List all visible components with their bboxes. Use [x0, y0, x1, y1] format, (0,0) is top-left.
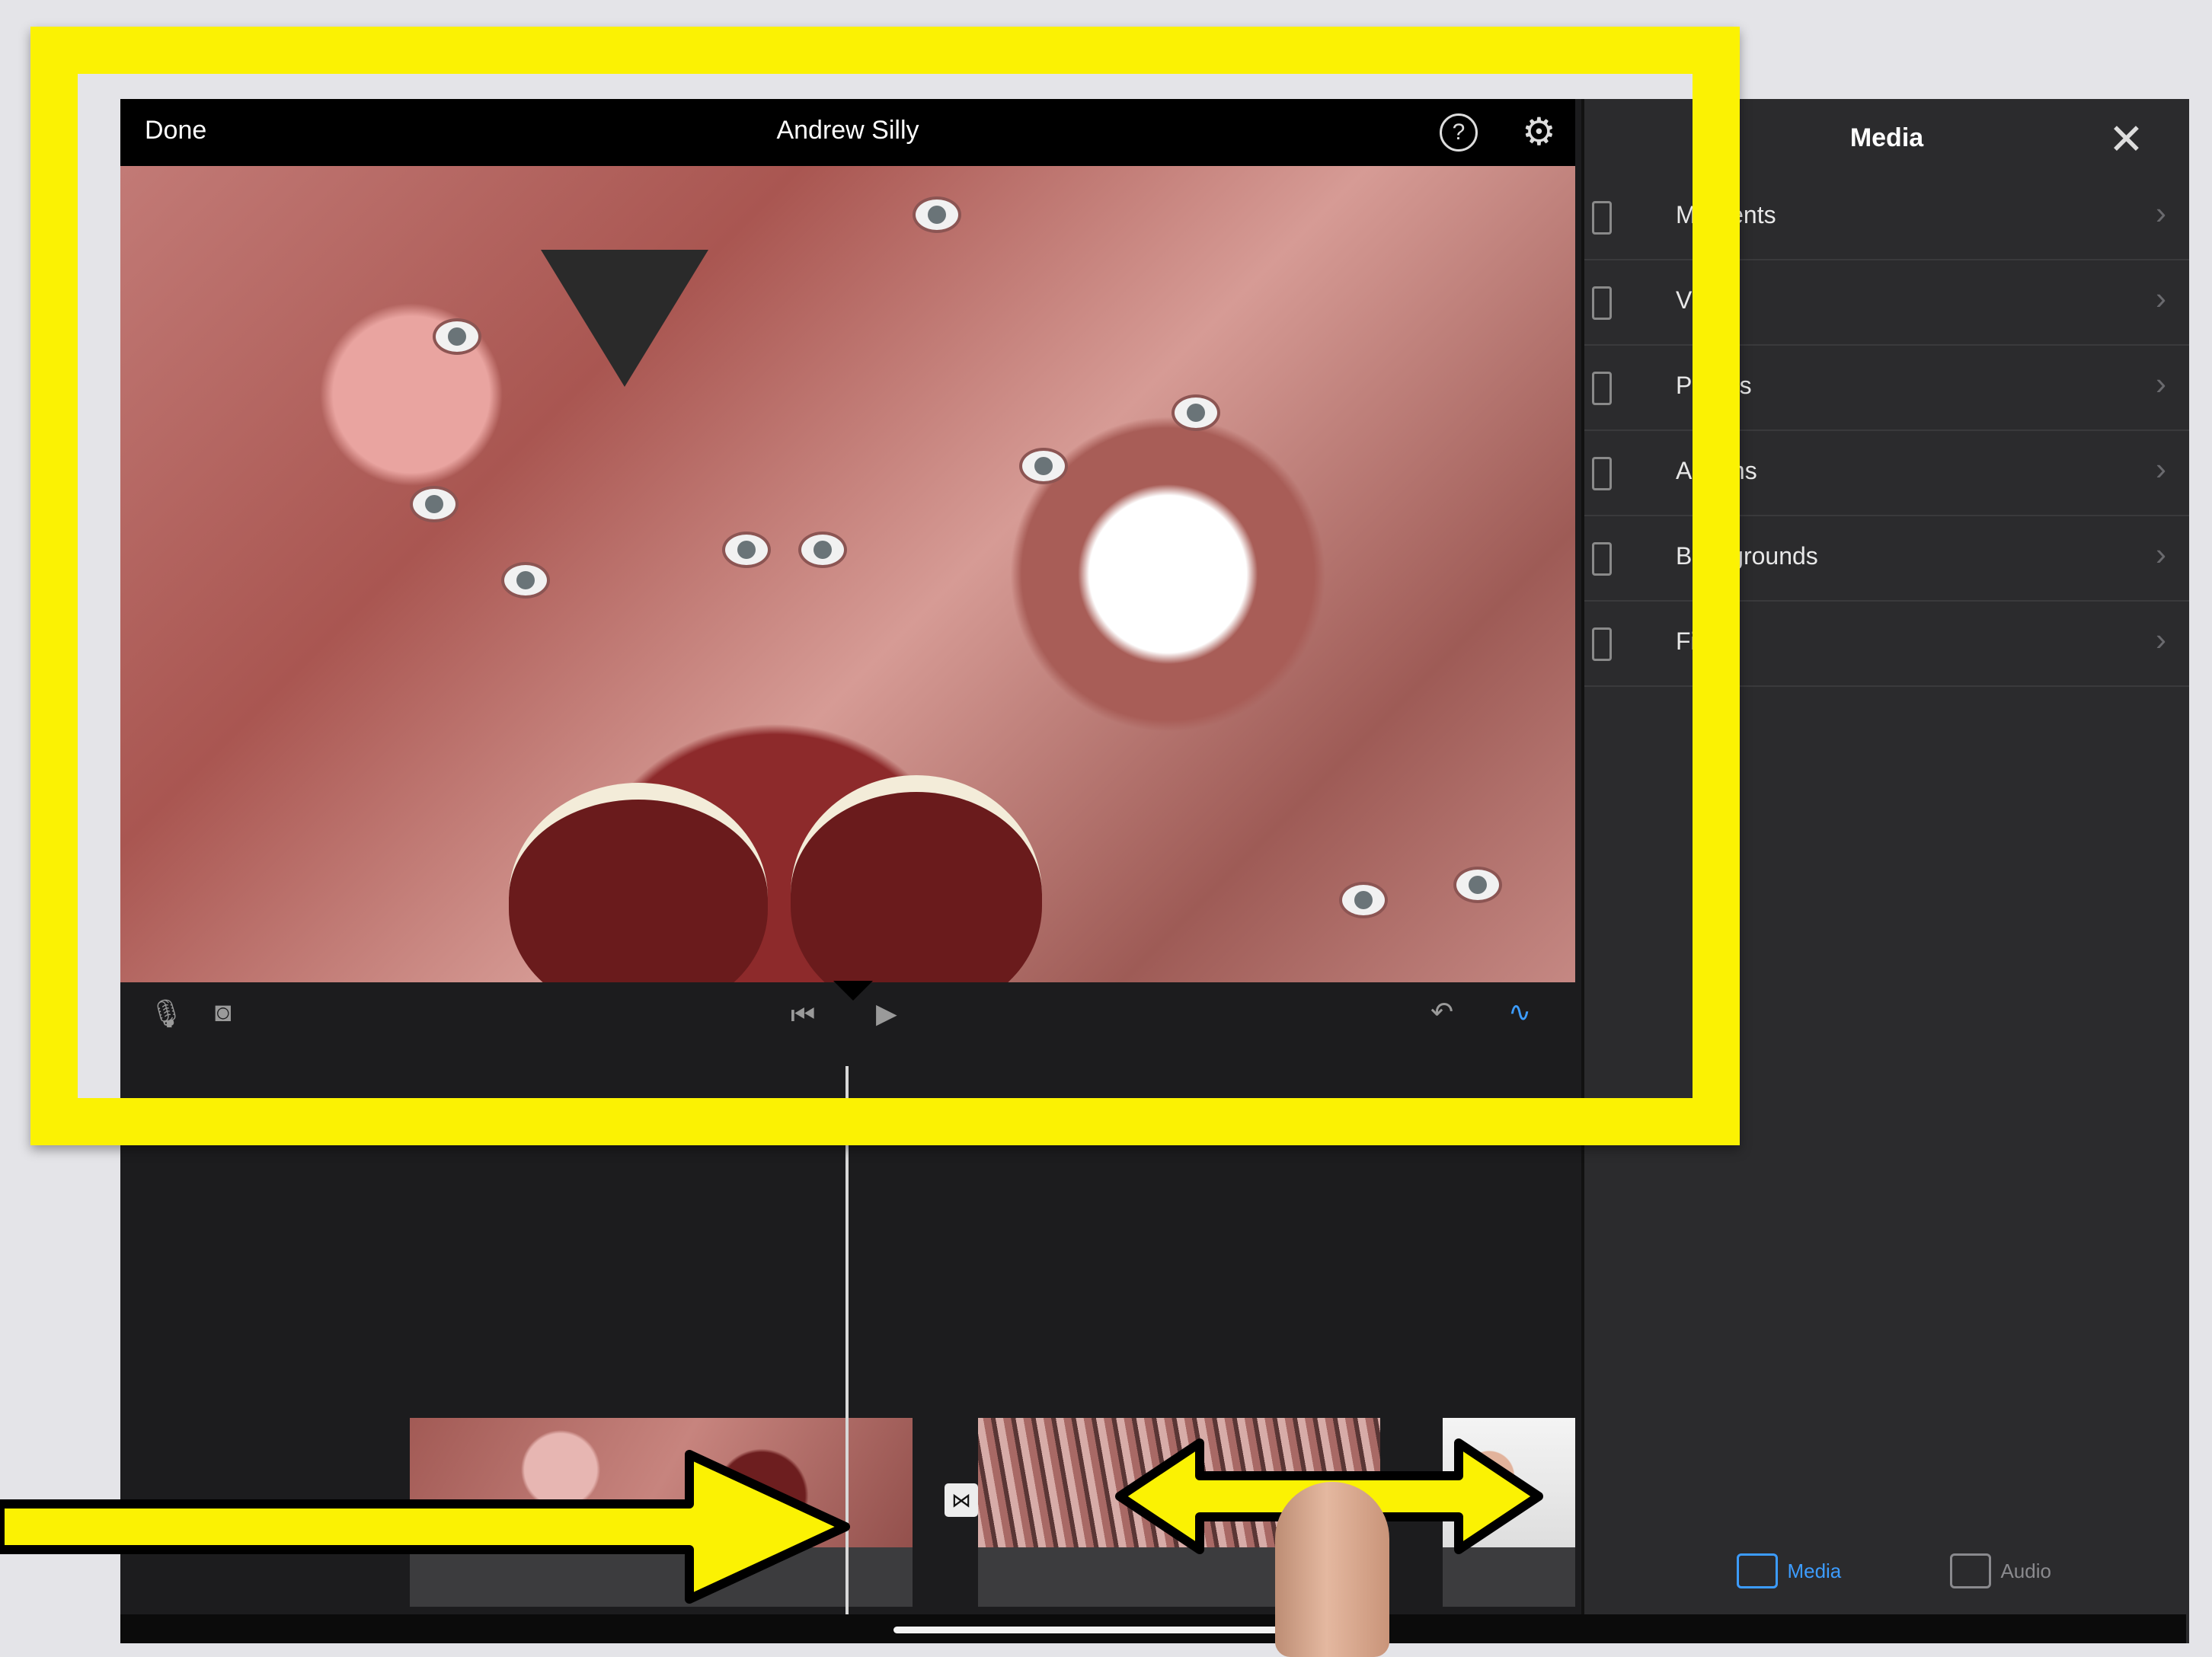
bowtie-icon[interactable]: ⋈	[945, 1483, 978, 1517]
tab-label: Audio	[2000, 1559, 2051, 1582]
chevron-right-icon: ›	[2156, 280, 2166, 316]
home-indicator[interactable]	[893, 1627, 1320, 1633]
music-note-icon	[1950, 1553, 1991, 1588]
chevron-right-icon: ›	[2156, 366, 2166, 401]
tab-audio[interactable]: Audio	[1950, 1553, 2051, 1588]
pointer-arrow	[0, 1450, 850, 1604]
finger-image	[1275, 1482, 1389, 1657]
chevron-right-icon: ›	[2156, 536, 2166, 572]
chevron-right-icon: ›	[2156, 451, 2166, 487]
close-icon[interactable]: ✕	[2108, 114, 2144, 164]
film-strip-icon	[1737, 1553, 1778, 1588]
chevron-right-icon: ›	[2156, 621, 2166, 657]
tab-media[interactable]: Media	[1737, 1553, 1841, 1588]
highlight-frame	[30, 27, 1740, 1145]
chevron-right-icon: ›	[2156, 195, 2166, 231]
tab-label: Media	[1787, 1559, 1842, 1582]
